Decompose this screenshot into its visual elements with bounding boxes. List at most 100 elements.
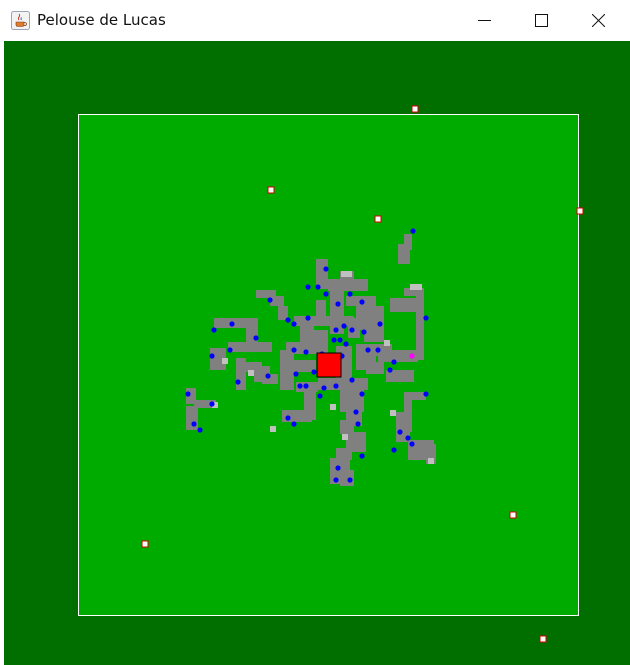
agent-dot xyxy=(291,421,297,427)
agent-dot xyxy=(359,391,365,397)
agent-dot xyxy=(303,349,309,355)
light-cell xyxy=(384,340,390,346)
agent-dot xyxy=(397,429,403,435)
mowed-cell xyxy=(340,420,354,434)
maximize-button[interactable] xyxy=(513,0,570,41)
agent-dot xyxy=(423,315,429,321)
agent-dot xyxy=(405,435,411,441)
mowed-cell xyxy=(390,298,418,312)
mower-square xyxy=(316,352,342,378)
agent-dot xyxy=(331,337,337,343)
mowed-cell xyxy=(364,330,384,342)
java-coffee-cup-icon xyxy=(11,11,30,30)
boundary-marker xyxy=(374,215,382,223)
agent-dot xyxy=(423,391,429,397)
agent-dot xyxy=(303,383,309,389)
light-cell xyxy=(416,284,422,290)
agent-dot xyxy=(293,371,299,377)
agent-dot xyxy=(305,315,311,321)
mowed-cell xyxy=(280,350,294,390)
agent-dot xyxy=(335,465,341,471)
agent-dot xyxy=(377,321,383,327)
agent-dot xyxy=(291,321,297,327)
agent-dot xyxy=(347,291,353,297)
light-cell xyxy=(248,370,254,376)
mowed-cell xyxy=(316,300,326,320)
agent-dot xyxy=(375,347,381,353)
maximize-icon xyxy=(535,14,548,27)
agent-dot xyxy=(265,373,271,379)
agent-dot xyxy=(355,421,361,427)
minimize-button[interactable] xyxy=(456,0,513,41)
agent-dot xyxy=(227,347,233,353)
boundary-marker xyxy=(576,207,584,215)
agent-dot xyxy=(323,266,329,272)
agent-dot xyxy=(353,409,359,415)
boundary-marker xyxy=(141,540,149,548)
boundary-marker xyxy=(411,105,419,113)
mowed-cell xyxy=(366,362,384,374)
agent-dot xyxy=(365,347,371,353)
agent-dot xyxy=(317,393,323,399)
agent-dot xyxy=(343,341,349,347)
agent-dot xyxy=(323,291,329,297)
light-cell xyxy=(222,358,228,364)
agent-dot xyxy=(361,329,367,335)
agent-dot xyxy=(235,379,241,385)
window-title: Pelouse de Lucas xyxy=(37,11,166,29)
agent-dot xyxy=(229,321,235,327)
agent-dot xyxy=(197,427,203,433)
title-bar: Pelouse de Lucas xyxy=(0,0,630,41)
mowed-cell xyxy=(186,406,198,430)
agent-dot xyxy=(297,383,303,389)
agent-dot xyxy=(285,317,291,323)
agent-dot xyxy=(333,327,339,333)
agent-dot xyxy=(315,284,321,290)
agent-dot xyxy=(337,337,343,343)
agent-dot xyxy=(349,327,355,333)
boundary-marker xyxy=(509,511,517,519)
agent-dot xyxy=(341,323,347,329)
simulation-canvas[interactable] xyxy=(4,41,630,665)
agent-dot xyxy=(211,327,217,333)
light-cell xyxy=(342,434,348,440)
light-cell xyxy=(428,458,434,464)
agent-dot xyxy=(285,415,291,421)
agent-dot xyxy=(253,335,259,341)
minimize-icon xyxy=(478,20,491,21)
agent-dot xyxy=(347,477,353,483)
boundary-marker xyxy=(539,635,547,643)
agent-dot xyxy=(333,477,339,483)
close-button[interactable] xyxy=(570,0,627,41)
agent-dot xyxy=(191,421,197,427)
agent-dot xyxy=(311,369,317,375)
mowed-cell xyxy=(314,330,328,354)
agent-dot xyxy=(391,359,397,365)
agent-dot xyxy=(349,377,355,383)
special-agent-dot xyxy=(409,353,415,359)
agent-dot xyxy=(185,391,191,397)
boundary-marker xyxy=(267,186,275,194)
light-cell xyxy=(270,426,276,432)
light-cell xyxy=(410,284,416,290)
agent-dot xyxy=(305,284,311,290)
light-cell xyxy=(346,271,352,277)
agent-dot xyxy=(335,301,341,307)
mowed-cell xyxy=(246,322,258,344)
light-cell xyxy=(330,404,336,410)
mowed-cell xyxy=(228,342,272,352)
agent-dot xyxy=(391,447,397,453)
mowed-cell xyxy=(340,382,364,412)
agent-dot xyxy=(333,383,339,389)
agent-dot xyxy=(359,299,365,305)
simulation-field xyxy=(141,105,584,643)
agent-dot xyxy=(359,453,365,459)
agent-dot xyxy=(209,353,215,359)
agent-dot xyxy=(410,228,416,234)
agent-dot xyxy=(291,347,297,353)
agent-dot xyxy=(387,367,393,373)
agent-dot xyxy=(267,297,273,303)
light-cell xyxy=(390,410,396,416)
agent-dot xyxy=(409,441,415,447)
agent-dot xyxy=(321,385,327,391)
